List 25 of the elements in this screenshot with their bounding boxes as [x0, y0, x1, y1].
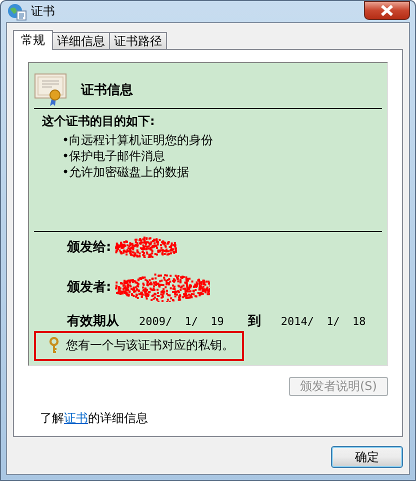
close-icon [380, 5, 394, 16]
date-text: 2009/ 1/ 19 [139, 314, 224, 328]
redaction-mark [115, 236, 178, 258]
certificate-link[interactable]: 证书 [64, 411, 88, 425]
field-label: 颁发者: [67, 279, 112, 296]
certificate-icon [34, 72, 67, 106]
close-button[interactable] [364, 1, 410, 20]
purpose-item: •允许加密磁盘上的数据 [62, 164, 190, 180]
tab[interactable]: 详细信息 [52, 32, 110, 49]
note-text: 您有一个与该证书对应的私钥。 [66, 337, 234, 354]
window-title: 证书 [31, 3, 55, 20]
learn-more-text: 了解证书的详细信息 [40, 410, 148, 427]
field-label: 到 [248, 313, 261, 330]
purpose-item: •保护电子邮件消息 [62, 148, 166, 164]
tab[interactable]: 常规 [13, 30, 53, 50]
date-text: 2014/ 1/ 18 [280, 314, 366, 328]
globe-certificate-icon [7, 2, 27, 20]
ok-button[interactable]: 确定 [331, 446, 403, 468]
purpose-heading: 这个证书的目的如下: [42, 113, 156, 130]
field-label: 颁发给: [67, 239, 112, 256]
field-label: 有效期从 [67, 313, 119, 330]
tab[interactable]: 证书路径 [109, 32, 167, 49]
purpose-item: •向远程计算机证明您的身份 [62, 132, 214, 148]
section-title: 证书信息 [81, 82, 133, 98]
key-icon [49, 337, 59, 354]
